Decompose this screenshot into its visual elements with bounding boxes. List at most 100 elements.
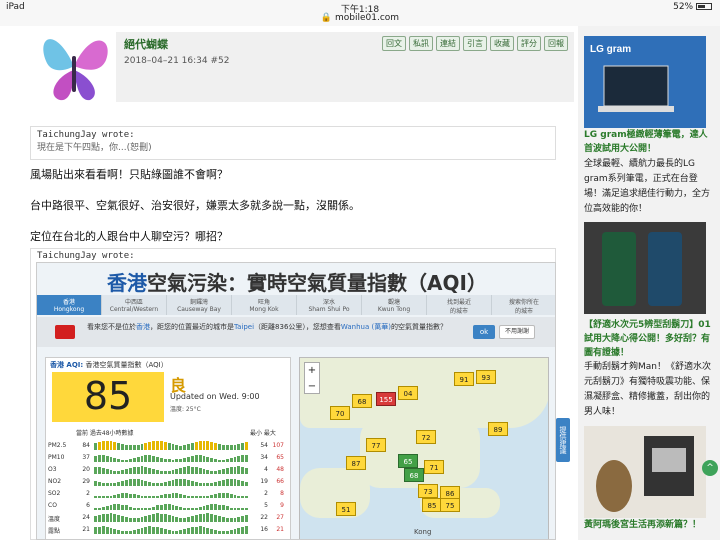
pollutant-max: 107 xyxy=(272,442,284,449)
pollutant-history-bars xyxy=(94,441,248,450)
author-name[interactable]: 絕代蝴蝶 xyxy=(124,36,168,52)
svg-text:LG gram: LG gram xyxy=(590,44,631,55)
lock-icon: 🔒 xyxy=(320,13,333,23)
pollutant-history-bars xyxy=(94,525,248,534)
aqi-map-marker: 89 xyxy=(488,422,508,436)
pollutant-row: O3 20 4 48 xyxy=(48,464,288,475)
pollutant-max: 21 xyxy=(276,526,284,533)
pollutant-row: 露點 21 16 21 xyxy=(48,524,288,535)
map-label: Kong xyxy=(414,528,432,536)
aqi-tab: 找到最近 的城市 xyxy=(427,295,492,315)
aqi-map-marker: 65 xyxy=(398,454,418,468)
pollutant-value: 2 xyxy=(86,490,90,497)
post-actions: 回文 私訊 連結 引言 收藏 評分 回報 xyxy=(382,36,568,51)
pollutant-max: 9 xyxy=(280,502,284,509)
pollutant-min: 5 xyxy=(264,502,268,509)
battery-icon xyxy=(696,3,712,10)
report-button[interactable]: 回報 xyxy=(544,36,568,51)
pollutant-name: NO2 xyxy=(48,478,62,485)
hk-flag-icon xyxy=(55,325,75,339)
url-text: mobile01.com xyxy=(335,13,400,23)
aqi-screenshot-image: 香港空氣污染：實時空氣質量指數（AQI） 香港 Hongkong 中西區 Centr… xyxy=(36,262,556,540)
favorite-button[interactable]: 收藏 xyxy=(490,36,514,51)
aqi-map-marker: 155 xyxy=(376,392,396,406)
aqi-map-marker: 51 xyxy=(336,502,356,516)
pollutant-name: 溫度 xyxy=(48,516,61,523)
cat-ad-image xyxy=(584,426,706,518)
aqi-value: 85 xyxy=(83,374,133,418)
aqi-map-marker: 75 xyxy=(440,498,460,512)
url-bar[interactable]: 🔒 mobile01.com xyxy=(0,13,720,23)
aqi-map-marker: 73 xyxy=(418,484,438,498)
pollutant-min: 54 xyxy=(260,442,268,449)
scroll-top-button[interactable]: ^ xyxy=(702,460,718,476)
aqi-title: 香港空氣污染：實時空氣質量指數（AQI） xyxy=(107,271,487,295)
quote-block: TaichungJay wrote: 現在是下午四點，你...(恕刪) xyxy=(30,126,556,160)
aqi-card-header: 香港 AQI: 香港空氣質量指數（AQI） xyxy=(50,361,168,369)
aqi-tab: 中西區 Central/Western xyxy=(102,295,167,315)
reply-button[interactable]: 回文 xyxy=(382,36,406,51)
aqi-map-marker: 72 xyxy=(416,430,436,444)
pollutant-history-bars xyxy=(94,489,248,498)
pollutant-min: 19 xyxy=(260,478,268,485)
pollutant-row: CO 6 5 9 xyxy=(48,500,288,511)
feedback-tab: 提供建議 xyxy=(556,418,570,462)
aqi-map-marker: 68 xyxy=(404,468,424,482)
pollutant-min: 22 xyxy=(260,514,268,521)
pollutant-min: 16 xyxy=(260,526,268,533)
pollutant-max: 66 xyxy=(276,478,284,485)
message-button[interactable]: 私訊 xyxy=(409,36,433,51)
minmax-header: 最小 最大 xyxy=(250,430,276,437)
aqi-map-marker: 04 xyxy=(398,386,418,400)
post-date: 2018–04–21 16:34 #52 xyxy=(124,56,230,66)
aqi-map-marker: 77 xyxy=(366,438,386,452)
pollutant-history-bars xyxy=(94,513,248,522)
pollutant-name: 露點 xyxy=(48,528,61,535)
aqi-updated: Updated on Wed. 9:00 xyxy=(170,392,260,401)
ad-title[interactable]: LG gram極緻輕薄筆電，達人首波試用大公開！ xyxy=(584,128,712,156)
quote-button[interactable]: 引言 xyxy=(463,36,487,51)
battery-percent: 52% xyxy=(673,2,694,12)
pollutant-value: 24 xyxy=(82,514,90,521)
pollutant-name: CO xyxy=(48,502,57,509)
aqi-map-marker: 93 xyxy=(476,370,496,384)
aqi-map-marker: 68 xyxy=(352,394,372,408)
aqi-tab: 深水 Sham Shui Po xyxy=(297,295,362,315)
pollutant-name: PM10 xyxy=(48,454,65,461)
location-alert: 看來您不是位於香港，距您的位置最近的城市是Taipei（距離836公里），您想查… xyxy=(37,317,555,347)
post-paragraph: 台中路很平、空氣很好、治安很好，嫌票太多就多說一點，沒關係。 xyxy=(30,199,360,212)
pollutant-min: 2 xyxy=(264,490,268,497)
pollutant-value: 37 xyxy=(82,454,90,461)
pollutant-max: 65 xyxy=(276,454,284,461)
battery-status: 52% xyxy=(673,2,712,12)
pollutant-row: NO2 29 19 66 xyxy=(48,476,288,487)
quote-body: 現在是下午四點，你...(恕刪) xyxy=(37,143,152,153)
pollutant-value: 29 xyxy=(82,478,90,485)
pollutant-row: PM2.5 84 54 107 xyxy=(48,440,288,451)
pollutant-row: SO2 2 2 8 xyxy=(48,488,288,499)
pollutant-max: 48 xyxy=(276,466,284,473)
aqi-map-marker: 71 xyxy=(424,460,444,474)
ad-text: 全球最輕、續航力最長的LG gram系列筆電，正式在台登場！滿足追求絕佳行動力，… xyxy=(584,159,711,214)
aqi-map-marker: 85 xyxy=(422,498,442,512)
pollutant-min: 4 xyxy=(264,466,268,473)
quote-header: TaichungJay wrote: xyxy=(37,130,135,140)
pollutant-name: O3 xyxy=(48,466,57,473)
pollutant-history-bars xyxy=(94,453,248,462)
rate-button[interactable]: 評分 xyxy=(517,36,541,51)
zoom-control: + − xyxy=(304,362,320,394)
link-button[interactable]: 連結 xyxy=(436,36,460,51)
alert-message: 看來您不是位於香港，距您的位置最近的城市是Taipei（距離836公里），您想查… xyxy=(87,323,447,331)
pollutant-value: 6 xyxy=(86,502,90,509)
laptop-ad-image: LG gram xyxy=(584,36,706,128)
razor-ad-image xyxy=(584,222,706,314)
post-content: 絕代蝴蝶 2018–04–21 16:34 #52 回文 私訊 連結 引言 收藏… xyxy=(16,26,574,540)
butterfly-avatar-icon xyxy=(43,39,108,101)
pollutant-value: 84 xyxy=(82,442,90,449)
ad-text: 手動刮鬍才夠Man！《舒適水次元刮鬍刀》有獨特吸震功能、保濕凝膠盒、精修撇蓋，刮… xyxy=(584,362,711,417)
pollutant-row: 溫度 24 22 27 xyxy=(48,512,288,523)
aqi-card: 香港 AQI: 香港空氣質量指數（AQI） 85 良 Updated on We… xyxy=(45,357,291,539)
pollutant-max: 8 xyxy=(280,490,284,497)
ad-title[interactable]: 黃阿瑪後宮生活再添新篇？！ xyxy=(584,518,712,532)
ad-title[interactable]: 【舒適水次元5辨型刮鬍刀】01試用大降心得公開！多好刮？有圖有證據！ xyxy=(584,318,712,360)
